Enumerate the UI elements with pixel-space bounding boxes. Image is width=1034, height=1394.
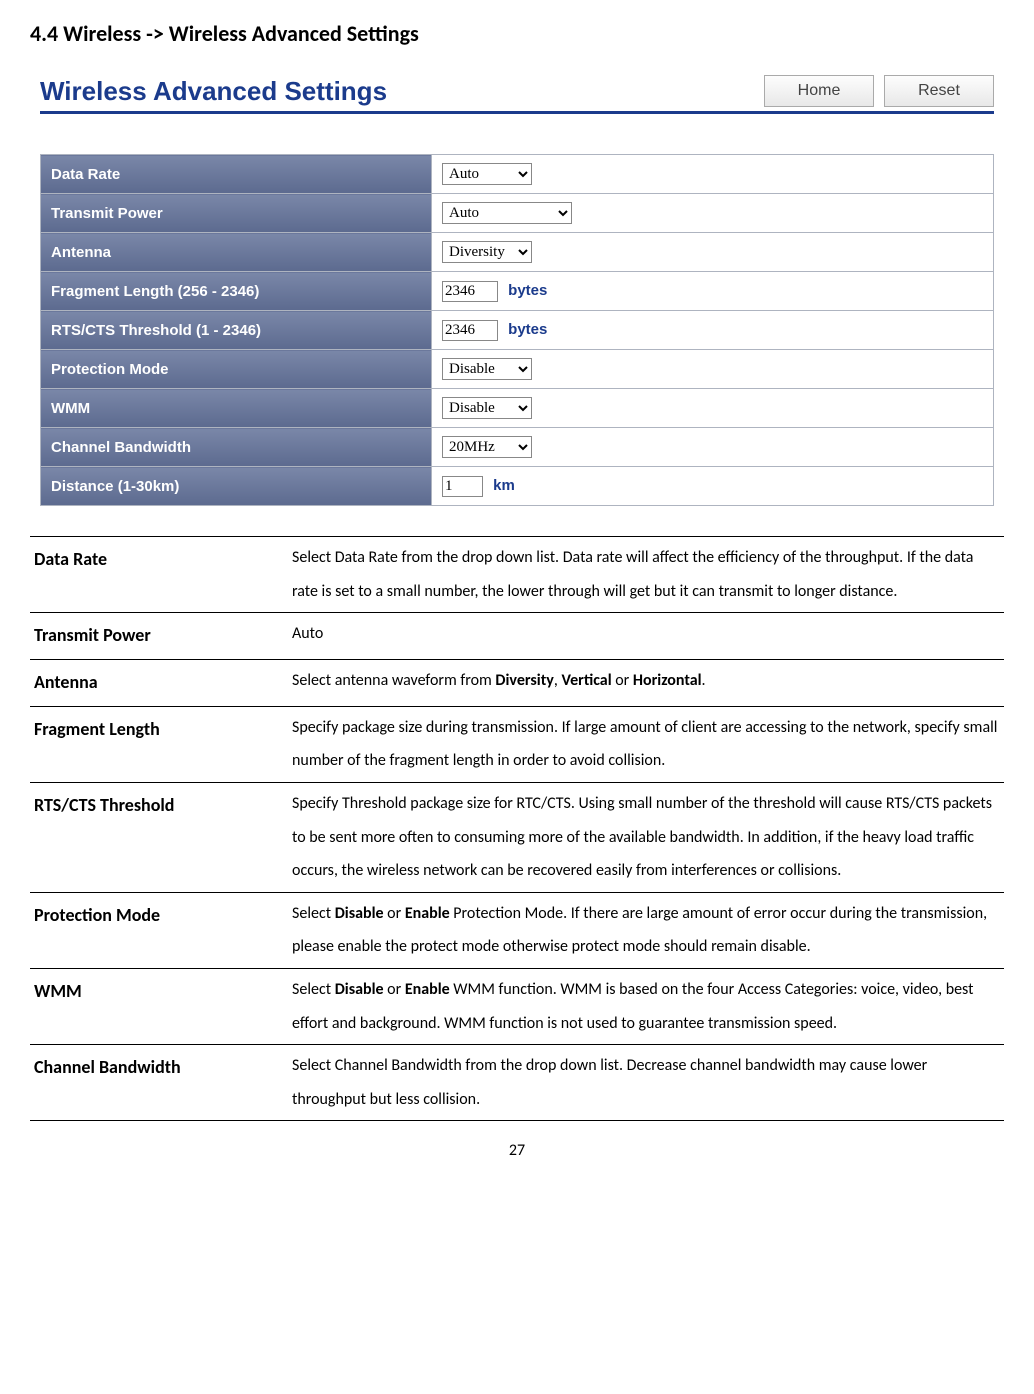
description-text: Select Disable or Enable Protection Mode… — [288, 892, 1004, 968]
description-term: Fragment Length — [30, 706, 288, 782]
description-text: Specify package size during transmission… — [288, 706, 1004, 782]
distance-unit: km — [493, 477, 515, 494]
description-row: Data RateSelect Data Rate from the drop … — [30, 537, 1004, 613]
label-protection-mode: Protection Mode — [41, 350, 432, 389]
data-rate-select[interactable]: Auto — [442, 163, 532, 185]
label-distance: Distance (1-30km) — [41, 467, 432, 506]
panel-title: Wireless Advanced Settings — [40, 76, 754, 107]
row-rtscts: RTS/CTS Threshold (1 - 2346) bytes — [41, 311, 994, 350]
settings-table: Data Rate Auto Transmit Power Auto Anten… — [40, 154, 994, 506]
description-term: WMM — [30, 968, 288, 1044]
row-data-rate: Data Rate Auto — [41, 155, 994, 194]
rtscts-unit: bytes — [508, 321, 547, 338]
description-term: Channel Bandwidth — [30, 1045, 288, 1121]
label-channel-bandwidth: Channel Bandwidth — [41, 428, 432, 467]
transmit-power-select[interactable]: Auto — [442, 202, 572, 224]
label-fragment-length: Fragment Length (256 - 2346) — [41, 272, 432, 311]
row-transmit-power: Transmit Power Auto — [41, 194, 994, 233]
label-rtscts: RTS/CTS Threshold (1 - 2346) — [41, 311, 432, 350]
section-heading: 4.4 Wireless -> Wireless Advanced Settin… — [30, 20, 1004, 47]
label-data-rate: Data Rate — [41, 155, 432, 194]
label-wmm: WMM — [41, 389, 432, 428]
row-antenna: Antenna Diversity — [41, 233, 994, 272]
row-wmm: WMM Disable — [41, 389, 994, 428]
description-term: Antenna — [30, 659, 288, 706]
rtscts-input[interactable] — [442, 320, 498, 341]
description-row: Fragment LengthSpecify package size duri… — [30, 706, 1004, 782]
protection-mode-select[interactable]: Disable — [442, 358, 532, 380]
label-antenna: Antenna — [41, 233, 432, 272]
home-button[interactable]: Home — [764, 75, 874, 107]
description-term: Data Rate — [30, 537, 288, 613]
description-term: Protection Mode — [30, 892, 288, 968]
fragment-unit: bytes — [508, 282, 547, 299]
description-row: WMMSelect Disable or Enable WMM function… — [30, 968, 1004, 1044]
settings-panel: Wireless Advanced Settings Home Reset Da… — [40, 75, 994, 506]
panel-header: Wireless Advanced Settings Home Reset — [40, 75, 994, 114]
page-number: 27 — [30, 1141, 1004, 1160]
description-text: Select Data Rate from the drop down list… — [288, 537, 1004, 613]
description-text: Specify Threshold package size for RTC/C… — [288, 782, 1004, 892]
row-protection-mode: Protection Mode Disable — [41, 350, 994, 389]
distance-input[interactable] — [442, 476, 483, 497]
antenna-select[interactable]: Diversity — [442, 241, 532, 263]
row-fragment-length: Fragment Length (256 - 2346) bytes — [41, 272, 994, 311]
fragment-length-input[interactable] — [442, 281, 498, 302]
reset-button[interactable]: Reset — [884, 75, 994, 107]
description-text: Select Disable or Enable WMM function. W… — [288, 968, 1004, 1044]
description-term: RTS/CTS Threshold — [30, 782, 288, 892]
description-row: RTS/CTS ThresholdSpecify Threshold packa… — [30, 782, 1004, 892]
description-row: AntennaSelect antenna waveform from Dive… — [30, 659, 1004, 706]
description-text: Select antenna waveform from Diversity, … — [288, 659, 1004, 706]
row-distance: Distance (1-30km) km — [41, 467, 994, 506]
description-row: Channel BandwidthSelect Channel Bandwidt… — [30, 1045, 1004, 1121]
description-row: Protection ModeSelect Disable or Enable … — [30, 892, 1004, 968]
description-row: Transmit PowerAuto — [30, 613, 1004, 660]
description-table: Data RateSelect Data Rate from the drop … — [30, 536, 1004, 1121]
wmm-select[interactable]: Disable — [442, 397, 532, 419]
description-text: Select Channel Bandwidth from the drop d… — [288, 1045, 1004, 1121]
channel-bandwidth-select[interactable]: 20MHz — [442, 436, 532, 458]
row-channel-bandwidth: Channel Bandwidth 20MHz — [41, 428, 994, 467]
description-term: Transmit Power — [30, 613, 288, 660]
label-transmit-power: Transmit Power — [41, 194, 432, 233]
description-text: Auto — [288, 613, 1004, 660]
